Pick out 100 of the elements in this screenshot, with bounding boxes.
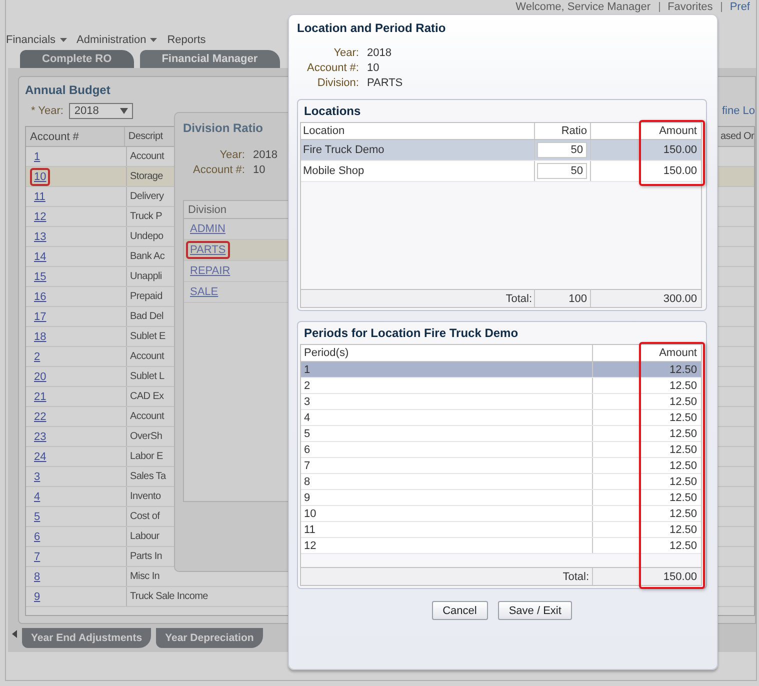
table-row[interactable]: 12 12.50: [301, 538, 701, 554]
column-header: Account #: [26, 127, 126, 146]
table-cell: 12.50: [669, 364, 697, 376]
menu-item[interactable]: Reports: [167, 34, 206, 46]
table-cell: Fire Truck Demo: [303, 144, 384, 156]
table-cell: Delivery: [130, 191, 164, 202]
account-link[interactable]: 4: [30, 488, 44, 506]
ratio-field[interactable]: 50: [537, 163, 587, 179]
account-link[interactable]: 3: [30, 468, 44, 486]
total-value: 100: [568, 292, 587, 304]
account-link[interactable]: 10: [30, 168, 50, 186]
account-link[interactable]: 6: [30, 528, 44, 546]
favorites-menu[interactable]: Favorites: [658, 2, 713, 12]
tab[interactable]: Financial Manager: [140, 50, 280, 68]
table-cell: Sales Ta: [130, 471, 166, 482]
table-cell: 12.50: [669, 540, 697, 552]
year-select[interactable]: 2018: [69, 103, 134, 119]
account-link[interactable]: 21: [30, 388, 50, 406]
table-cell: Mobile Shop: [303, 165, 364, 177]
table-cell: 6: [304, 444, 310, 456]
table-row[interactable]: 7 12.50: [301, 458, 701, 474]
table-cell: 8: [304, 476, 310, 488]
table-row[interactable]: 10 12.50: [301, 506, 701, 522]
account-link[interactable]: 11: [30, 188, 50, 206]
account-link[interactable]: 1: [30, 148, 44, 166]
table-cell: Bad Del: [130, 311, 164, 322]
table-row[interactable]: 4 12.50: [301, 410, 701, 426]
field-label: Year:: [218, 149, 245, 161]
table-cell: 150.00: [663, 165, 697, 177]
table-cell: 9: [304, 492, 310, 504]
table-row[interactable]: 8 12.50: [301, 474, 701, 490]
define-link[interactable]: fine Lo: [722, 105, 755, 117]
table-cell: 12: [304, 540, 316, 552]
table-cell: 150.00: [663, 144, 697, 156]
account-link[interactable]: 8: [30, 568, 44, 586]
account-link[interactable]: 7: [30, 548, 44, 566]
account-link[interactable]: 22: [30, 408, 50, 426]
table-cell: Sublet E: [130, 331, 166, 342]
dialog-title: Location and Period Ratio: [297, 21, 447, 35]
dialog-title: Division Ratio: [183, 121, 264, 135]
table-cell: 12.50: [669, 396, 697, 408]
table-cell: 12.50: [669, 476, 697, 488]
account-link[interactable]: 23: [30, 428, 50, 446]
account-link[interactable]: 24: [30, 448, 50, 466]
table-row[interactable]: 9 12.50: [301, 490, 701, 506]
account-link[interactable]: 20: [30, 368, 50, 386]
division-link[interactable]: REPAIR: [186, 262, 234, 280]
table-cell: 4: [304, 412, 310, 424]
table-row[interactable]: 11 12.50: [301, 522, 701, 538]
dropdown-icon: [120, 108, 128, 114]
year-label: * Year:: [31, 105, 64, 117]
account-link[interactable]: 15: [30, 268, 50, 286]
table-cell: Sublet L: [130, 371, 164, 382]
table-cell: Prepaid: [130, 291, 162, 302]
table-row[interactable]: 2 12.50: [301, 378, 701, 394]
field-label: Year:: [332, 47, 359, 59]
table-cell: 12.50: [669, 460, 697, 472]
ratio-field[interactable]: 50: [537, 142, 587, 158]
account-link[interactable]: 18: [30, 328, 50, 346]
account-link[interactable]: 2: [30, 348, 44, 366]
tab[interactable]: Complete RO: [20, 50, 134, 68]
account-link[interactable]: 12: [30, 208, 50, 226]
tab[interactable]: Year End Adjustments: [22, 628, 152, 648]
table-cell: Account: [130, 411, 164, 422]
account-link[interactable]: 5: [30, 508, 44, 526]
division-link[interactable]: SALE: [186, 283, 222, 301]
field-value: 10: [366, 62, 380, 74]
dialog-button[interactable]: Cancel: [432, 601, 488, 620]
table-cell: 1: [304, 364, 310, 376]
table-row[interactable]: Mobile Shop 50 150.00: [301, 161, 701, 182]
division-link[interactable]: PARTS: [186, 241, 230, 259]
table-cell: Undepo: [130, 231, 164, 242]
account-link[interactable]: 16: [30, 288, 50, 306]
scroll-left-icon[interactable]: [12, 630, 17, 638]
preferences-link[interactable]: Pref: [720, 2, 750, 12]
account-link[interactable]: 17: [30, 308, 50, 326]
table-row[interactable]: 6 12.50: [301, 442, 701, 458]
table-row[interactable]: Fire Truck Demo 50 150.00: [301, 140, 701, 161]
account-link[interactable]: 13: [30, 228, 50, 246]
column-header: Descript: [127, 131, 164, 142]
account-link[interactable]: 14: [30, 248, 50, 266]
panel-title: Annual Budget: [25, 83, 112, 99]
table-cell: 10: [304, 508, 316, 520]
table-row[interactable]: 1 12.50: [301, 362, 701, 378]
account-link[interactable]: 9: [30, 588, 44, 606]
table-cell: Truck Sale Income: [130, 591, 208, 602]
division-link[interactable]: ADMIN: [186, 220, 230, 238]
table-cell: Storage: [130, 171, 163, 182]
table-cell: 11: [304, 524, 316, 536]
total-value: 150.00: [663, 570, 697, 582]
table-row[interactable]: 5 12.50: [301, 426, 701, 442]
dialog-button[interactable]: Save / Exit: [498, 601, 572, 620]
field-label: Division:: [316, 77, 359, 89]
table-row[interactable]: 3 12.50: [301, 394, 701, 410]
table-cell: Truck P: [130, 211, 162, 222]
menu-item[interactable]: Administration: [76, 34, 158, 46]
table-cell: Invento: [130, 491, 161, 502]
table-cell: 2: [304, 380, 310, 392]
menu-item[interactable]: Financials: [6, 34, 67, 46]
tab[interactable]: Year Depreciation: [156, 628, 263, 648]
